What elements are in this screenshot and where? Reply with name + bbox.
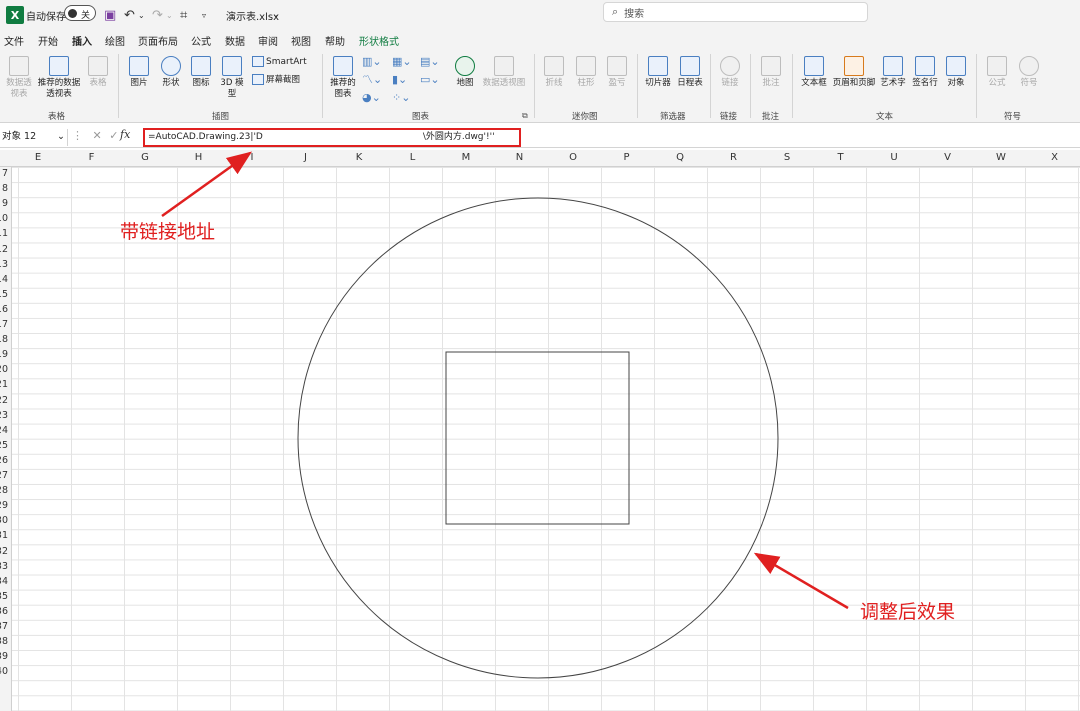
annotation-arrow-formula [161,151,253,218]
annotation-arrow-object [753,552,849,610]
annotation-link-address: 带链接地址 [120,221,216,243]
annotation-adjusted-effect: 调整后效果 [860,601,956,623]
embedded-cad-circle[interactable] [297,197,779,679]
embedded-cad-square[interactable] [445,351,630,525]
